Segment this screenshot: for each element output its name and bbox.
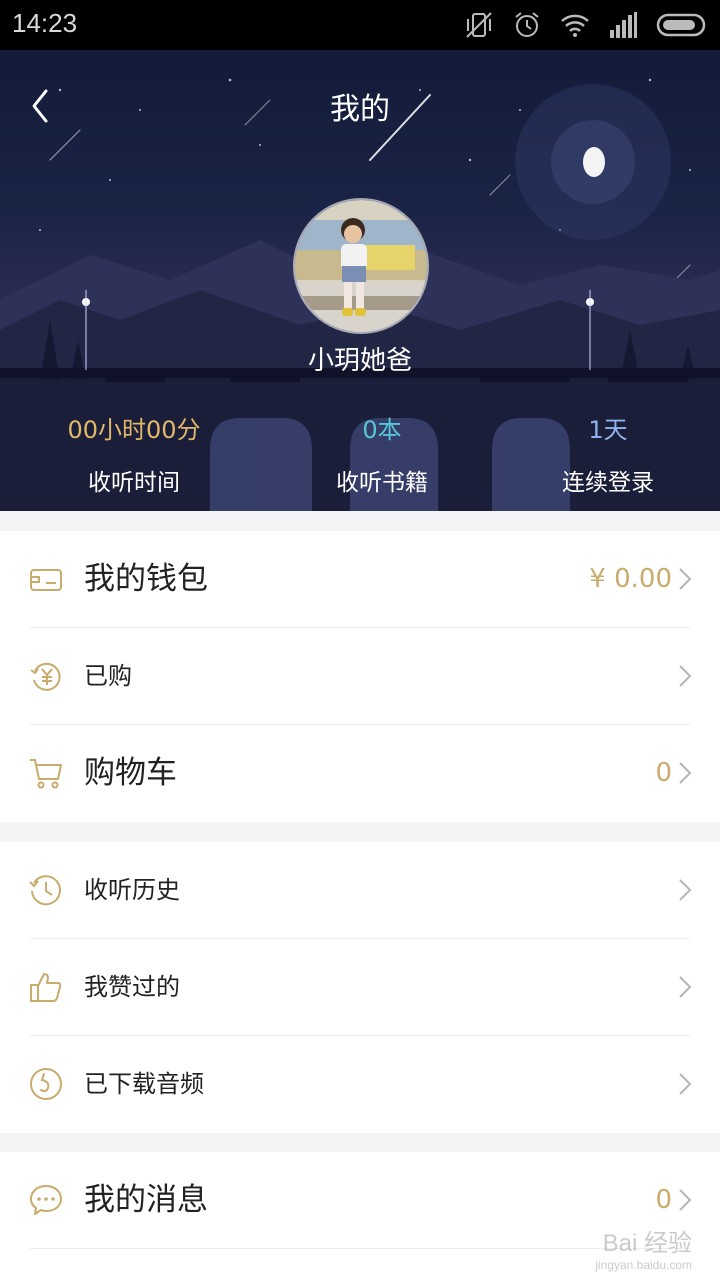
menu-item-purchased[interactable]: 已购 [0, 628, 720, 725]
history-icon [29, 875, 61, 906]
chevron-right-icon [679, 1073, 692, 1095]
menu-label: 已购 [84, 662, 132, 690]
stat-label: 连续登录 [562, 470, 654, 496]
signal-icon [610, 12, 637, 38]
stat-value: 0本 [362, 416, 402, 444]
chevron-right-icon [679, 568, 692, 590]
stat-label: 收听时间 [88, 470, 180, 496]
menu-section-account: 我的钱包 ¥ 0.00 已购 购物车 0 [0, 531, 720, 822]
menu-label: 已下载音频 [84, 1070, 204, 1098]
chevron-right-icon [679, 879, 692, 901]
stat-value: 00小时00分 [67, 416, 201, 444]
stat-login-streak[interactable]: 1天 连续登录 [488, 410, 720, 497]
yen-refresh-icon [30, 662, 61, 691]
baidu-watermark: Bai 经验 jingyan.baidu.com [595, 1223, 692, 1272]
page-title: 我的 [330, 92, 390, 127]
cart-count: 0 [655, 758, 672, 788]
vibrate-off-icon [466, 12, 492, 38]
menu-label: 收听历史 [84, 876, 180, 904]
chevron-right-icon [679, 1189, 692, 1211]
chevron-right-icon [679, 762, 692, 784]
menu-item-history[interactable]: 收听历史 [0, 842, 720, 939]
username: 小玥她爸 [307, 346, 412, 376]
menu-item-liked[interactable]: 我赞过的 [0, 939, 720, 1036]
status-bar: 14:23 [0, 0, 720, 50]
wallet-balance: ¥ 0.00 [589, 564, 672, 594]
menu-label: 我赞过的 [84, 973, 180, 1001]
status-icons [464, 10, 710, 40]
download-audio-icon [30, 1068, 62, 1100]
chevron-right-icon [679, 976, 692, 998]
thumbs-up-icon [30, 973, 62, 1002]
status-time: 14:23 [12, 8, 78, 38]
alarm-icon [515, 12, 539, 37]
menu-item-downloaded[interactable]: 已下载音频 [0, 1036, 720, 1133]
menu-item-cart[interactable]: 购物车 0 [0, 725, 720, 822]
avatar-photo [295, 200, 427, 332]
chat-icon [30, 1185, 62, 1215]
menu-item-wallet[interactable]: 我的钱包 ¥ 0.00 [0, 531, 720, 628]
wifi-icon [561, 14, 589, 37]
menu-label: 我的消息 [84, 1182, 208, 1218]
stat-books[interactable]: 0本 收听书籍 [262, 410, 502, 497]
watermark-url: jingyan.baidu.com [595, 1258, 692, 1272]
menu-label: 我的钱包 [84, 561, 208, 597]
watermark-brand: Bai 经验 [602, 1230, 692, 1257]
cart-icon [30, 759, 62, 789]
divider [30, 1248, 690, 1249]
stat-value: 1天 [588, 416, 628, 444]
profile-header: 我的 小玥她爸 00小时00分 收听时间 0本 收听书籍 1天 连续登录 [0, 50, 720, 511]
menu-section-listening: 收听历史 我赞过的 已下载音频 [0, 842, 720, 1133]
menu-label: 购物车 [84, 755, 177, 791]
stat-label: 收听书籍 [336, 470, 428, 496]
wallet-icon [30, 569, 62, 591]
avatar[interactable] [293, 198, 429, 334]
battery-icon [656, 13, 706, 37]
stat-listen-time[interactable]: 00小时00分 收听时间 [14, 410, 254, 497]
chevron-right-icon [679, 665, 692, 687]
